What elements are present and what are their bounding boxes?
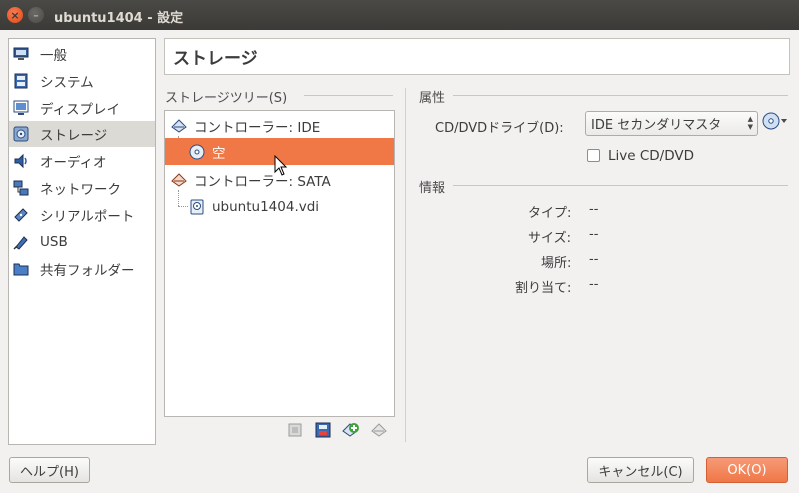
group-divider bbox=[453, 95, 788, 96]
minimize-icon: – bbox=[33, 8, 39, 22]
ok-button[interactable]: OK(O) bbox=[706, 457, 788, 483]
sidebar-item-network[interactable]: ネットワーク bbox=[9, 175, 155, 201]
remove-controller-button[interactable] bbox=[370, 423, 388, 441]
info-allocation-value: -- bbox=[589, 277, 599, 292]
settings-window: × – ubuntu1404 - 設定 一般 システム ディスプレイ ストレージ… bbox=[0, 0, 799, 493]
group-divider bbox=[453, 185, 788, 186]
serial-port-icon bbox=[13, 207, 29, 223]
sidebar-item-serial-port[interactable]: シリアルポート bbox=[9, 202, 155, 228]
sata-controller-icon bbox=[171, 172, 187, 188]
sidebar-item-label: オーディオ bbox=[40, 155, 107, 171]
cd-dvd-drive-value: IDE セカンダリマスタ bbox=[591, 118, 722, 133]
info-location-label: 場所: bbox=[541, 256, 572, 271]
tree-row-ide-controller[interactable]: コントローラー: IDE bbox=[165, 112, 394, 139]
network-icon bbox=[13, 180, 29, 196]
live-cd-label[interactable]: Live CD/DVD bbox=[608, 148, 694, 164]
audio-speaker-icon bbox=[13, 153, 29, 169]
optical-disc-icon bbox=[189, 144, 205, 160]
info-size-label: サイズ: bbox=[528, 231, 571, 246]
minimize-window-button[interactable]: – bbox=[28, 7, 44, 23]
live-cd-checkbox[interactable] bbox=[587, 149, 600, 162]
sidebar-item-label: 一般 bbox=[40, 48, 67, 64]
sidebar-item-label: USB bbox=[40, 234, 68, 250]
usb-icon bbox=[13, 234, 29, 250]
close-window-button[interactable]: × bbox=[7, 7, 23, 23]
page-title: ストレージ bbox=[173, 49, 258, 69]
settings-sidebar: 一般 システム ディスプレイ ストレージ オーディオ ネットワーク シリアルポー… bbox=[8, 38, 156, 445]
sidebar-item-audio[interactable]: オーディオ bbox=[9, 148, 155, 174]
general-monitor-icon bbox=[13, 46, 29, 62]
add-attachment-icon bbox=[287, 422, 303, 442]
tree-row-label: 空 bbox=[212, 145, 226, 162]
info-size-value: -- bbox=[589, 227, 599, 242]
mouse-pointer-icon bbox=[274, 154, 288, 177]
remove-controller-icon bbox=[371, 422, 387, 442]
info-type-label: タイプ: bbox=[528, 206, 572, 221]
hard-disk-icon bbox=[189, 199, 205, 215]
sidebar-item-label: ディスプレイ bbox=[40, 102, 121, 118]
sidebar-item-storage[interactable]: ストレージ bbox=[9, 121, 155, 147]
sidebar-item-general[interactable]: 一般 bbox=[9, 41, 155, 67]
shared-folder-icon bbox=[13, 261, 29, 277]
add-attachment-button[interactable] bbox=[286, 423, 304, 441]
help-button[interactable]: ヘルプ(H) bbox=[9, 457, 90, 483]
remove-attachment-button[interactable] bbox=[314, 422, 332, 442]
attributes-label: 属性 bbox=[419, 91, 446, 106]
spin-arrows-icon: ▲ ▼ bbox=[747, 115, 753, 131]
info-location-value: -- bbox=[589, 252, 599, 267]
display-monitor-icon bbox=[13, 100, 29, 116]
tree-row-label: コントローラー: IDE bbox=[194, 119, 321, 136]
sidebar-item-label: システム bbox=[40, 75, 94, 91]
panel-separator bbox=[405, 88, 406, 442]
close-icon: × bbox=[10, 8, 20, 22]
sidebar-item-label: 共有フォルダー bbox=[40, 263, 135, 279]
ide-controller-icon bbox=[171, 118, 187, 134]
tree-row-label: ubuntu1404.vdi bbox=[212, 198, 320, 215]
optical-disc-menu-icon bbox=[762, 112, 788, 134]
info-type-value: -- bbox=[589, 202, 599, 217]
cd-dvd-drive-label: CD/DVDドライブ(D): bbox=[435, 121, 564, 136]
info-allocation-label: 割り当て: bbox=[515, 281, 572, 296]
tree-row-vdi[interactable]: ubuntu1404.vdi bbox=[165, 193, 394, 220]
remove-attachment-icon bbox=[315, 422, 331, 442]
sidebar-item-display[interactable]: ディスプレイ bbox=[9, 95, 155, 121]
title-bar: × – ubuntu1404 - 設定 bbox=[0, 0, 799, 30]
add-controller-icon bbox=[342, 422, 360, 442]
cd-dvd-drive-select[interactable]: IDE セカンダリマスタ ▲ ▼ bbox=[585, 111, 758, 136]
sidebar-item-usb[interactable]: USB bbox=[9, 229, 155, 255]
sidebar-item-shared-folders[interactable]: 共有フォルダー bbox=[9, 256, 155, 282]
info-label: 情報 bbox=[419, 181, 446, 196]
sidebar-item-label: ネットワーク bbox=[40, 182, 121, 198]
sidebar-item-label: ストレージ bbox=[40, 128, 108, 144]
sidebar-item-system[interactable]: システム bbox=[9, 68, 155, 94]
window-title: ubuntu1404 - 設定 bbox=[54, 11, 184, 26]
cancel-button[interactable]: キャンセル(C) bbox=[587, 457, 694, 483]
group-divider bbox=[304, 95, 393, 96]
add-controller-button[interactable] bbox=[342, 423, 360, 441]
storage-disk-icon bbox=[13, 126, 29, 142]
system-chip-icon bbox=[13, 73, 29, 89]
storage-tree-label: ストレージツリー(S) bbox=[165, 91, 288, 106]
sidebar-item-label: シリアルポート bbox=[40, 209, 135, 225]
page-header: ストレージ bbox=[164, 38, 790, 75]
tree-row-label: コントローラー: SATA bbox=[194, 173, 331, 190]
choose-disk-button[interactable] bbox=[762, 112, 788, 134]
